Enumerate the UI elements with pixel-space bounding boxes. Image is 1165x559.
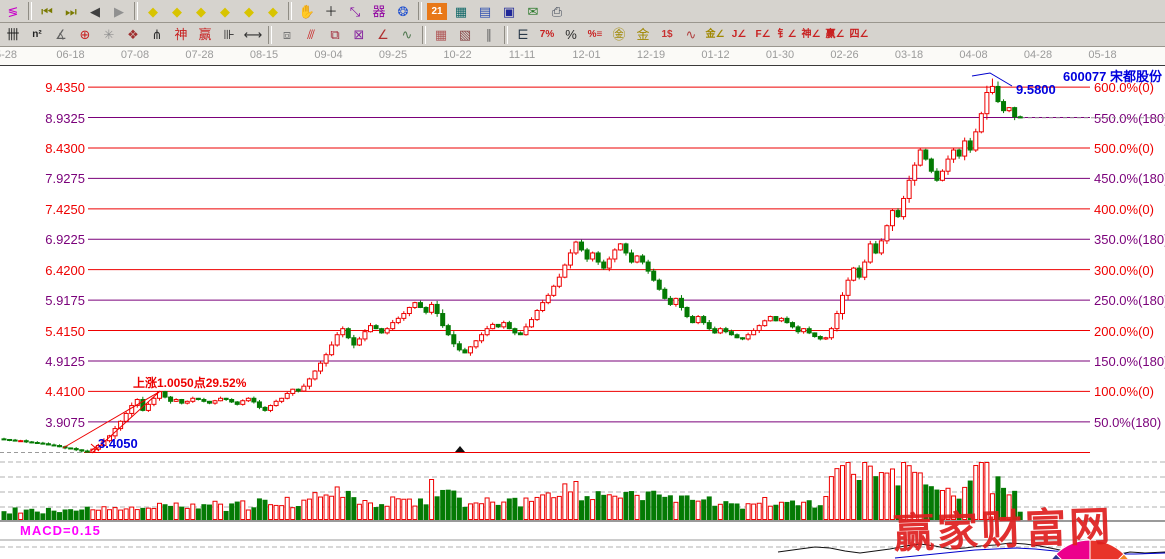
candlestick-chart[interactable] bbox=[0, 0, 1165, 559]
app-window: ≶⏮⏭◀▶◆◆◆◆◆◆✋＋⤡器❂21▦▤▣✉⎙ 卌n²∡⊕✳❖⋔神赢⊪⟷⧈⫻⧉⊠… bbox=[0, 0, 1165, 559]
